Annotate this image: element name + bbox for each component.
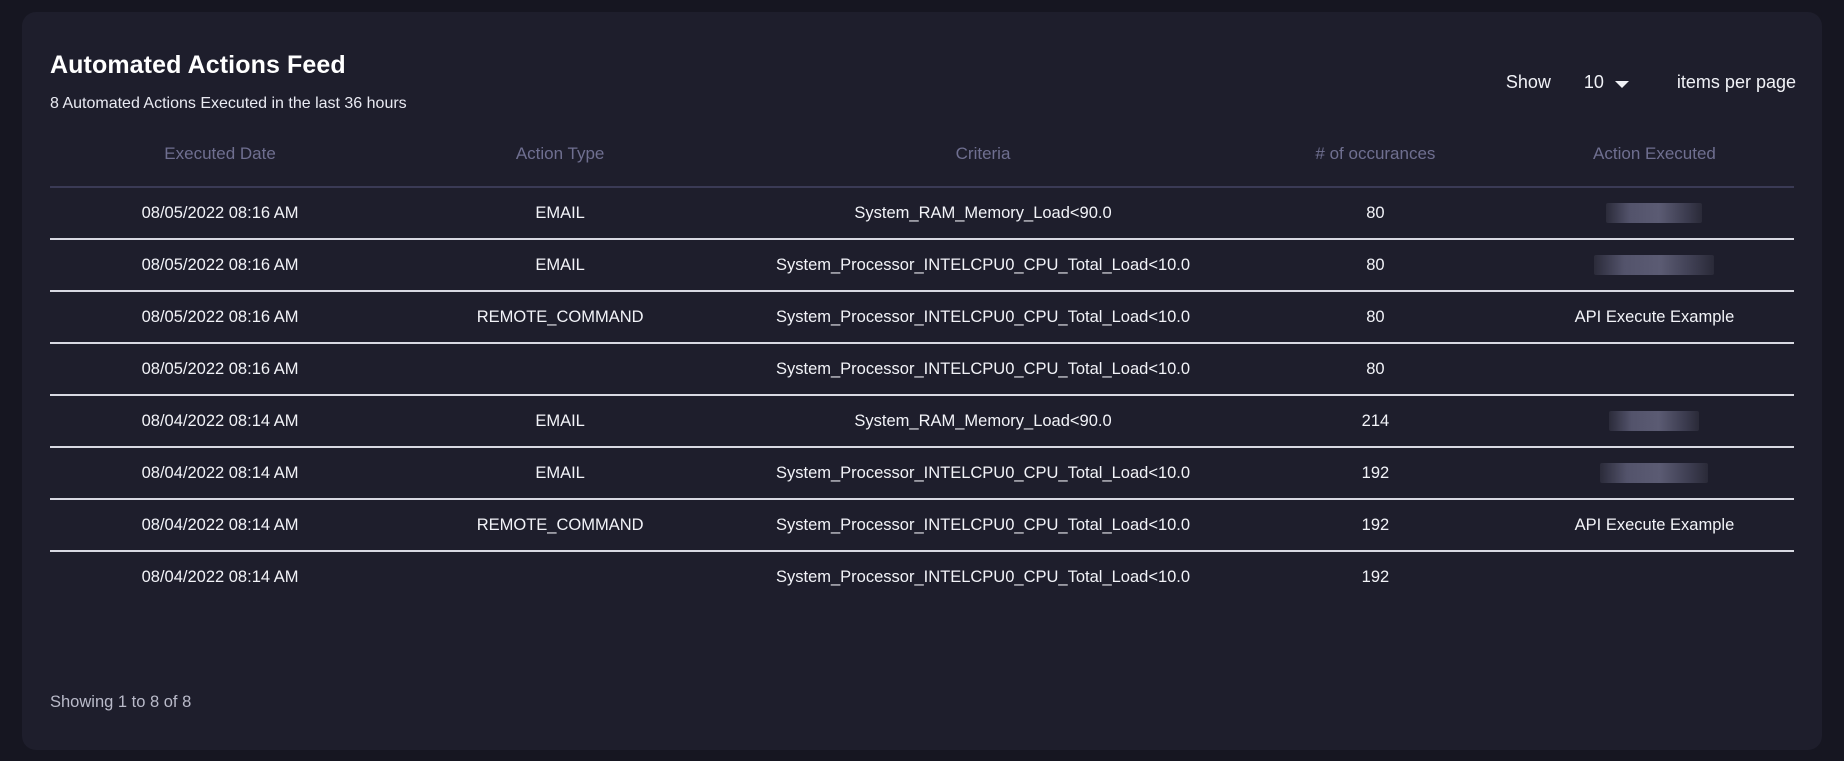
cell-criteria: System_RAM_Memory_Load<90.0 <box>730 395 1236 448</box>
cell-executed-date: 08/04/2022 08:14 AM <box>50 395 391 448</box>
cell-action-executed <box>1514 447 1794 500</box>
automated-actions-table: Executed Date Action Type Criteria # of … <box>50 130 1794 603</box>
cell-criteria: System_RAM_Memory_Load<90.0 <box>730 187 1236 240</box>
card-header: Automated Actions Feed 8 Automated Actio… <box>22 12 1822 130</box>
cell-executed-date: 08/04/2022 08:14 AM <box>50 447 391 500</box>
page-size-suffix: items per page <box>1676 72 1796 92</box>
cell-executed-date: 08/05/2022 08:16 AM <box>50 343 391 396</box>
table-row[interactable]: 08/05/2022 08:16 AM System_Processor_INTE… <box>50 343 1794 396</box>
page-size-select[interactable]: 10 <box>1584 72 1677 93</box>
page-size-label: Show <box>1505 72 1551 92</box>
page-subtitle: 8 Automated Actions Executed in the last… <box>50 95 407 112</box>
pagination-status: Showing 1 to 8 of 8 <box>50 693 192 711</box>
cell-occurrences: 192 <box>1361 568 1390 586</box>
table-row[interactable]: 08/05/2022 08:16 AM EMAIL System_Processor… <box>50 239 1794 292</box>
redacted-value <box>1594 255 1715 275</box>
cell-action-executed <box>1514 239 1794 292</box>
cell-executed-date: 08/04/2022 08:14 AM <box>50 499 391 552</box>
cell-criteria: System_Processor_INTELCPU0_CPU_Total_Loa… <box>730 239 1236 292</box>
redacted-value <box>1609 411 1700 431</box>
cell-action-type: EMAIL <box>390 239 731 292</box>
cell-executed-date: 08/05/2022 08:16 AM <box>50 291 391 344</box>
page-size-control: Show 10 items per page <box>1506 72 1796 93</box>
table-body: 08/05/2022 08:16 AM EMAIL System_RAM_Memor… <box>50 187 1794 603</box>
cell-action-executed <box>1514 343 1794 396</box>
cell-action-type: REMOTE_COMMAND <box>390 499 731 552</box>
table-row[interactable]: 08/05/2022 08:16 AM REMOTE_COMMAND System_… <box>50 291 1794 344</box>
table-row[interactable]: 08/04/2022 08:14 AM EMAIL System_RAM_Memor… <box>50 395 1794 448</box>
cell-action-type: EMAIL <box>390 187 731 240</box>
column-header-action-executed[interactable]: Action Executed <box>1514 130 1794 188</box>
redacted-value <box>1600 463 1709 483</box>
cell-occurrences: 80 <box>1235 291 1515 344</box>
cell-occurrences: 80 <box>1235 187 1515 240</box>
cell-criteria: System_Processor_INTELCPU0_CPU_Total_Loa… <box>730 447 1236 500</box>
cell-criteria: System_Processor_INTELCPU0_CPU_Total_Loa… <box>775 568 1191 586</box>
column-header-occurrences[interactable]: # of occurances <box>1235 130 1515 188</box>
automated-actions-feed-card: Automated Actions Feed 8 Automated Actio… <box>22 12 1822 750</box>
cell-occurrences: 80 <box>1235 343 1515 396</box>
cell-action-type <box>390 343 731 396</box>
redacted-value <box>1606 203 1703 223</box>
cell-occurrences: 80 <box>1235 239 1515 292</box>
cell-action-type: REMOTE_COMMAND <box>390 291 731 344</box>
cell-executed-date: 08/04/2022 08:14 AM <box>141 568 299 586</box>
table-header: Executed Date Action Type Criteria # of … <box>50 130 1794 188</box>
cell-action-executed: API Execute Example <box>1514 499 1794 552</box>
cell-criteria: System_Processor_INTELCPU0_CPU_Total_Loa… <box>730 291 1236 344</box>
page-title: Automated Actions Feed <box>50 51 346 79</box>
cell-action-type: EMAIL <box>390 395 731 448</box>
cell-occurrences: 192 <box>1235 499 1515 552</box>
column-header-criteria[interactable]: Criteria <box>730 130 1236 188</box>
cell-executed-date: 08/05/2022 08:16 AM <box>50 239 391 292</box>
page-size-value: 10 <box>1583 72 1604 92</box>
column-header-executed-date[interactable]: Executed Date <box>50 130 391 188</box>
table-row[interactable]: 08/04/2022 08:14 AM REMOTE_COMMAND System_… <box>50 499 1794 552</box>
table-row[interactable]: 08/04/2022 08:14 AM System_Processor_INTE… <box>50 551 1794 603</box>
table-row[interactable]: 08/04/2022 08:14 AM EMAIL System_Processor… <box>50 447 1794 500</box>
column-header-action-type[interactable]: Action Type <box>390 130 731 188</box>
cell-criteria: System_Processor_INTELCPU0_CPU_Total_Loa… <box>730 343 1236 396</box>
table-header-row: Executed Date Action Type Criteria # of … <box>50 130 1794 188</box>
cell-action-executed <box>1515 551 1794 603</box>
cell-criteria: System_Processor_INTELCPU0_CPU_Total_Loa… <box>730 499 1236 552</box>
cell-action-executed <box>1514 395 1794 448</box>
actions-table-wrapper: Executed Date Action Type Criteria # of … <box>50 130 1794 603</box>
cell-action-type: EMAIL <box>390 447 731 500</box>
chevron-down-icon <box>1614 80 1629 88</box>
cell-executed-date: 08/05/2022 08:16 AM <box>50 187 391 240</box>
table-row[interactable]: 08/05/2022 08:16 AM EMAIL System_RAM_Memor… <box>50 187 1794 240</box>
cell-action-executed: API Execute Example <box>1514 291 1794 344</box>
cell-occurrences: 192 <box>1235 447 1515 500</box>
cell-action-executed <box>1514 187 1794 240</box>
cell-occurrences: 214 <box>1235 395 1515 448</box>
cell-action-type <box>390 551 730 603</box>
